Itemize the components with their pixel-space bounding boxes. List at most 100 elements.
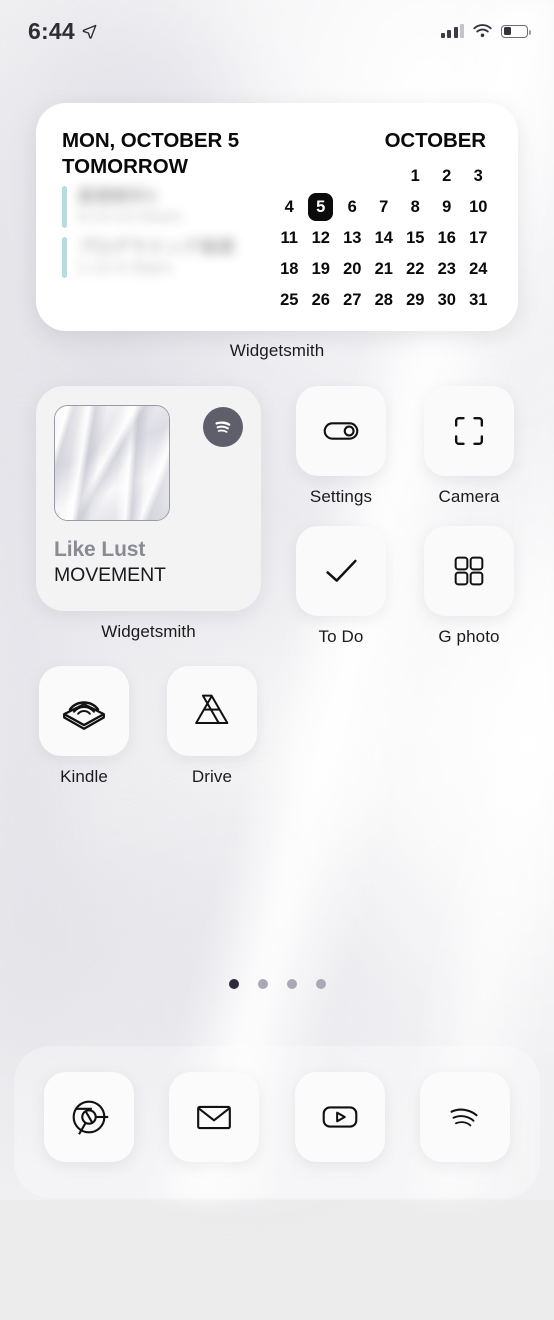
calendar-day[interactable]: 1 bbox=[400, 162, 432, 190]
battery-icon bbox=[501, 24, 531, 38]
calendar-day[interactable]: 30 bbox=[431, 286, 463, 314]
calendar-day-empty bbox=[305, 162, 337, 190]
todo-tile[interactable] bbox=[296, 526, 386, 616]
event-time: 1:15-4:30pm bbox=[77, 257, 173, 277]
camera-tile[interactable] bbox=[424, 386, 514, 476]
calendar-day[interactable]: 24 bbox=[463, 255, 495, 283]
calendar-day[interactable]: 28 bbox=[368, 286, 400, 314]
calendar-widget-body: TOMORROW 基礎解析II 9:10-10:40am プログラミング基礎 1… bbox=[62, 155, 495, 314]
calendar-day[interactable]: 2 bbox=[431, 162, 463, 190]
calendar-day[interactable]: 7 bbox=[368, 193, 400, 221]
calendar-day[interactable]: 13 bbox=[337, 224, 369, 252]
track-artist: MOVEMENT bbox=[54, 564, 166, 587]
calendar-day[interactable]: 23 bbox=[431, 255, 463, 283]
calendar-day[interactable]: 26 bbox=[305, 286, 337, 314]
event-title: 基礎解析II bbox=[77, 186, 157, 207]
calendar-day-empty bbox=[274, 162, 306, 190]
calendar-event-item[interactable]: プログラミング基礎 1:15-4:30pm bbox=[62, 236, 270, 278]
calendar-widget[interactable]: MON, OCTOBER 5 OCTOBER TOMORROW 基礎解析II 9… bbox=[36, 103, 518, 331]
music-widget[interactable]: Like Lust MOVEMENT bbox=[36, 386, 261, 611]
checkmark-icon bbox=[326, 559, 357, 582]
kindle-tile[interactable] bbox=[39, 666, 129, 756]
calendar-day[interactable]: 9 bbox=[431, 193, 463, 221]
status-bar-clock: 6:44 bbox=[28, 17, 75, 44]
calendar-day[interactable]: 16 bbox=[431, 224, 463, 252]
dock-icon-spotify[interactable] bbox=[420, 1072, 511, 1162]
youtube-play-icon bbox=[322, 1106, 358, 1128]
app-icon-drive[interactable]: Drive bbox=[167, 666, 257, 787]
calendar-day[interactable]: 3 bbox=[463, 162, 495, 190]
calendar-day[interactable]: 21 bbox=[368, 255, 400, 283]
calendar-day[interactable]: 17 bbox=[463, 224, 495, 252]
calendar-day[interactable]: 11 bbox=[274, 224, 306, 252]
calendar-day[interactable]: 22 bbox=[400, 255, 432, 283]
calendar-day-empty bbox=[368, 162, 400, 190]
calendar-widget-label: Widgetsmith bbox=[229, 341, 325, 360]
calendar-day[interactable]: 10 bbox=[463, 193, 495, 221]
track-title: Like Lust bbox=[54, 538, 146, 561]
app-icon-todo[interactable]: To Do bbox=[296, 526, 386, 647]
calendar-day[interactable]: 6 bbox=[337, 193, 369, 221]
page-dot-active[interactable] bbox=[228, 979, 239, 989]
calendar-day[interactable]: 27 bbox=[337, 286, 369, 314]
calendar-widget-header: MON, OCTOBER 5 OCTOBER bbox=[62, 129, 494, 153]
location-arrow-icon bbox=[82, 24, 97, 39]
dock bbox=[0, 1072, 554, 1162]
page-dot[interactable] bbox=[315, 979, 326, 989]
music-track-info: Like Lust MOVEMENT bbox=[54, 537, 243, 588]
calendar-event-item[interactable]: 基礎解析II 9:10-10:40am bbox=[62, 186, 270, 228]
camera-frame-icon bbox=[454, 416, 484, 446]
calendar-day[interactable]: 12 bbox=[305, 224, 337, 252]
calendar-day[interactable]: 29 bbox=[400, 286, 432, 314]
status-bar-left: 6:44 bbox=[28, 18, 97, 45]
app-icon-settings[interactable]: Settings bbox=[296, 386, 386, 507]
audible-book-icon bbox=[63, 701, 105, 730]
calendar-header-date: MON, OCTOBER 5 bbox=[62, 129, 240, 152]
wifi-icon bbox=[473, 24, 492, 38]
spotify-icon[interactable] bbox=[203, 407, 243, 447]
dock-icon-youtube[interactable] bbox=[294, 1072, 385, 1162]
dock-icon-gmail[interactable] bbox=[169, 1072, 260, 1162]
spotify-waves-icon bbox=[450, 1108, 478, 1127]
event-color-bar bbox=[62, 236, 67, 278]
calendar-events-pane: TOMORROW 基礎解析II 9:10-10:40am プログラミング基礎 1… bbox=[62, 155, 270, 314]
calendar-day[interactable]: 25 bbox=[274, 286, 306, 314]
drive-tile[interactable] bbox=[167, 666, 257, 756]
cellular-signal-icon bbox=[440, 24, 464, 38]
chrome-icon bbox=[72, 1100, 108, 1135]
calendar-day[interactable]: 14 bbox=[368, 224, 400, 252]
event-time: 9:10-10:40am bbox=[77, 207, 182, 227]
status-bar-right bbox=[440, 24, 531, 38]
status-bar: 6:44 bbox=[0, 0, 554, 62]
dock-icon-chrome[interactable] bbox=[43, 1072, 134, 1162]
calendar-month-grid[interactable]: 1 2 3 4 5 6 7 8 9 10 11 12 13 14 15 16 17 18 19 20 21 22 23 24 2… bbox=[274, 162, 495, 314]
calendar-day-empty bbox=[337, 162, 369, 190]
app-icon-camera[interactable]: Camera bbox=[424, 386, 514, 507]
calendar-day[interactable]: 20 bbox=[337, 255, 369, 283]
calendar-day[interactable]: 31 bbox=[463, 286, 495, 314]
music-widget-label: Widgetsmith bbox=[101, 622, 196, 641]
calendar-day[interactable]: 15 bbox=[400, 224, 432, 252]
app-icon-gphoto[interactable]: G photo bbox=[424, 526, 514, 647]
event-text: プログラミング基礎 1:15-4:30pm bbox=[77, 237, 235, 278]
app-icon-kindle[interactable]: Kindle bbox=[39, 666, 129, 787]
app-label-camera: Camera bbox=[438, 487, 500, 506]
calendar-day[interactable]: 8 bbox=[400, 193, 432, 221]
calendar-day[interactable]: 18 bbox=[274, 255, 306, 283]
four-squares-icon bbox=[454, 556, 484, 586]
event-title: プログラミング基礎 bbox=[77, 236, 235, 257]
app-label-drive: Drive bbox=[191, 767, 233, 786]
calendar-day-today[interactable]: 5 bbox=[305, 193, 337, 221]
calendar-day[interactable]: 19 bbox=[305, 255, 337, 283]
album-artwork bbox=[54, 405, 170, 521]
page-dot[interactable] bbox=[257, 979, 268, 989]
settings-tile[interactable] bbox=[296, 386, 386, 476]
page-dot[interactable] bbox=[286, 979, 297, 989]
calendar-event-list: 基礎解析II 9:10-10:40am プログラミング基礎 1:15-4:30p… bbox=[62, 186, 270, 278]
app-label-settings: Settings bbox=[309, 487, 373, 506]
gphoto-tile[interactable] bbox=[424, 526, 514, 616]
calendar-section-label: TOMORROW bbox=[62, 155, 189, 178]
page-indicator-dots[interactable] bbox=[0, 979, 554, 989]
music-widget-header bbox=[54, 405, 243, 521]
calendar-day[interactable]: 4 bbox=[274, 193, 306, 221]
